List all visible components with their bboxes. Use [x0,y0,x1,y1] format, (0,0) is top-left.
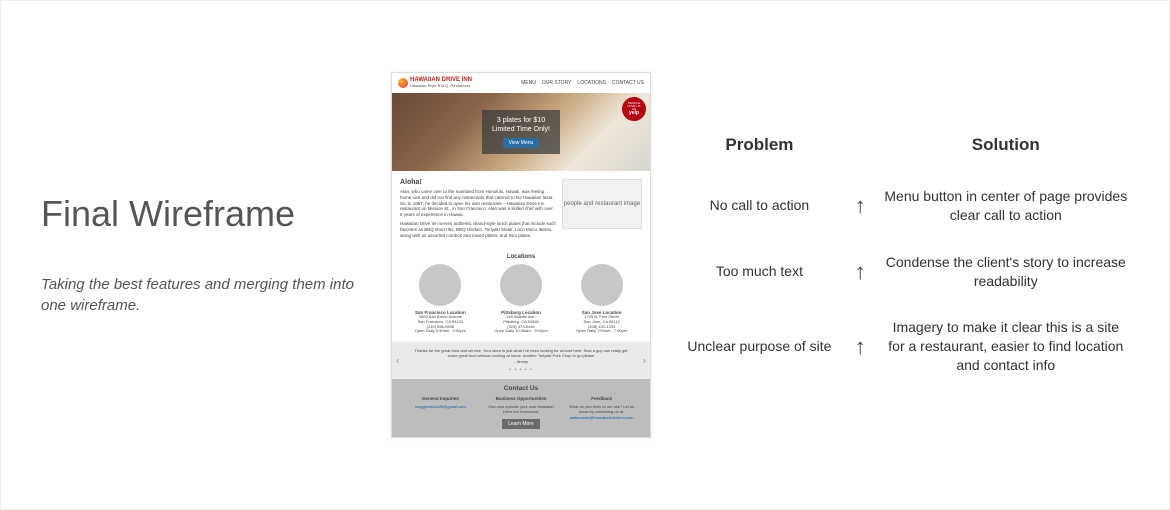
wf-aloha-section: Aloha! Alan, who came over to the mainla… [392,171,650,250]
th-problem: Problem [681,135,838,159]
location-hours: Open Daily 9:30am - 9:00pm [404,329,477,334]
contact-col-body: Own and operate your own Hawaiian Drive … [488,404,554,414]
aloha-p2: Hawaiian Drive Inn serves authentic isla… [400,221,556,239]
location-hours: Open Daily 10:30am - 9:00pm [485,329,558,334]
contact-col-heading: Business Opportunities [485,396,558,402]
aloha-p1: Alan, who came over to the mainland from… [400,189,556,218]
problem-cell: Unclear purpose of site [681,318,838,375]
testimonial-author: - Jimmy [514,359,528,364]
solution-cell: Condense the client's story to increase … [883,253,1129,291]
aloha-image-placeholder: people and restaurant image [562,179,642,229]
wf-nav: MENU OUR STORY LOCATIONS CONTACT US [521,80,644,86]
solution-cell: Menu button in center of page provides c… [883,187,1129,225]
chevron-right-icon[interactable]: › [643,354,646,367]
contact-col-body: What do you think of our site? Let us kn… [569,404,634,414]
left-column: Final Wireframe Taking the best features… [41,194,381,316]
wf-header: HAWAIIAN DRIVE INN Hawaiian Style B.B.Q.… [392,73,650,93]
page-subtitle: Taking the best features and merging the… [41,274,361,316]
location-image-placeholder [581,264,623,306]
location-image-placeholder [419,264,461,306]
aloha-heading: Aloha! [400,179,556,186]
arrow-up-icon: ↑ [855,257,866,287]
problem-solution-table: Problem Solution No call to action ↑ Men… [681,107,1129,403]
contact-col: Feedback What do you think of our site? … [565,396,638,429]
wf-logo-subtext: Hawaiian Style B.B.Q. Restaurant [410,83,470,88]
wf-nav-item[interactable]: MENU [521,80,536,86]
wf-locations-section: Locations San Francisco Location 2600 Sa… [392,250,650,343]
contact-col-heading: Feedback [565,396,638,402]
location-image-placeholder [500,264,542,306]
page-title: Final Wireframe [41,194,361,234]
wireframe-mockup: HAWAIIAN DRIVE INN Hawaiian Style B.B.Q.… [391,72,651,438]
th-solution: Solution [883,135,1129,159]
aloha-text: Aloha! Alan, who came over to the mainla… [400,179,556,242]
hero-line1: 3 plates for $10 [492,116,550,125]
problem-cell: Too much text [681,253,838,291]
wf-contact-section: Contact Us General Inquiries maggiechou1… [392,379,650,437]
table-row: Too much text ↑ Condense the client's st… [681,253,1129,291]
contact-email-link[interactable]: webmaster@HawaiianDriveInn.com [570,415,634,420]
learn-more-button[interactable]: Learn More [502,419,540,430]
contact-heading: Contact Us [400,385,642,392]
location-hours: Open Daily 7:00am - 7:00pm [565,329,638,334]
view-menu-button[interactable]: View Menu [503,138,540,149]
wf-logo: HAWAIIAN DRIVE INN Hawaiian Style B.B.Q.… [398,77,472,89]
location-card: San Jose Location 1705 N. First Street S… [565,264,638,335]
location-card: San Francisco Location 2600 San Bruno Av… [404,264,477,335]
wf-nav-item[interactable]: OUR STORY [542,80,572,86]
problem-cell: No call to action [681,187,838,225]
center-column: HAWAIIAN DRIVE INN Hawaiian Style B.B.Q.… [381,72,661,438]
wf-hero: PEOPLE LOVE US ON yelp 3 plates for $10 … [392,93,650,171]
location-card: Pittsburg Location 149 Atlantic Ave. Pit… [485,264,558,335]
hero-overlay: 3 plates for $10 Limited Time Only! View… [482,110,560,155]
contact-col: Business Opportunities Own and operate y… [485,396,558,429]
locations-heading: Locations [400,254,642,260]
table-row: No call to action ↑ Menu button in cente… [681,187,1129,225]
table-row: Unclear purpose of site ↑ Imagery to mak… [681,318,1129,375]
testimonial-text: Thanks for the great food and service. Y… [415,348,628,358]
arrow-up-icon: ↑ [855,191,866,221]
yelp-badge: PEOPLE LOVE US ON yelp [622,97,646,121]
slide-layout: Final Wireframe Taking the best features… [1,72,1169,438]
wf-nav-item[interactable]: CONTACT US [612,80,644,86]
solution-cell: Imagery to make it clear this is a site … [883,318,1129,375]
hero-line2: Limited Time Only! [492,125,550,134]
palm-tree-icon [398,78,408,88]
arrow-up-icon: ↑ [855,332,866,362]
contact-col: General Inquiries maggiechou128@gmail.co… [404,396,477,429]
contact-col-heading: General Inquiries [404,396,477,402]
contact-email-link[interactable]: maggiechou128@gmail.com [415,404,466,409]
chevron-left-icon[interactable]: ‹ [396,354,399,367]
wf-nav-item[interactable]: LOCATIONS [577,80,606,86]
right-column: Problem Solution No call to action ↑ Men… [661,107,1129,403]
wf-testimonial: ‹ Thanks for the great food and service.… [392,342,650,379]
carousel-dots[interactable]: • • • • • [412,367,630,374]
